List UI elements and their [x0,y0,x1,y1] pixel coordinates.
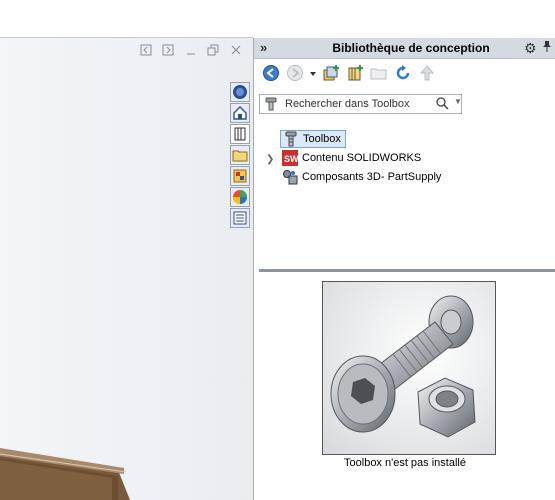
toolbox-search-box[interactable]: Rechercher dans Toolbox ▼ [259,94,462,114]
up-one-level-icon[interactable] [418,64,436,82]
search-input[interactable]: Rechercher dans Toolbox [285,98,410,110]
solidworks-resources-tab[interactable] [230,82,250,102]
svg-text:SW: SW [284,154,298,164]
appearances-tab[interactable] [230,187,250,207]
back-icon[interactable] [262,64,280,82]
tree-item-toolbox[interactable]: Toolbox [280,130,346,148]
chevron-down-icon[interactable]: ▼ [454,97,462,106]
panel-toolbar [254,59,555,87]
toolbox-icon [283,131,299,147]
pin-icon[interactable] [542,40,552,55]
pane-splitter[interactable] [259,269,555,272]
tree-item-partsupply[interactable]: Composants 3D- PartSupply [282,168,482,186]
tile-left-icon[interactable] [139,44,153,58]
expand-arrow-icon[interactable]: ❯ [266,154,274,165]
design-library-panel: » Bibliothèque de conception ⚙ Recherche… [253,38,555,500]
view-palette-tab[interactable] [230,166,250,186]
tree-item-solidworks-content[interactable]: SW Contenu SOLIDWORKS [282,149,462,167]
file-explorer-tab[interactable] [230,145,250,165]
history-dropdown-icon[interactable] [308,64,318,82]
panel-title: Bibliothèque de conception [332,41,490,55]
forward-icon[interactable] [286,64,304,82]
minimize-icon[interactable] [184,44,198,58]
refresh-icon[interactable] [394,64,412,82]
tree-item-label: Contenu SOLIDWORKS [302,152,422,164]
toolbox-screw-icon [264,97,278,114]
restore-icon[interactable] [206,44,220,58]
panel-header: » Bibliothèque de conception ⚙ [254,38,555,59]
tile-right-icon[interactable] [161,44,175,58]
tree-item-label: Toolbox [303,133,341,145]
search-icon[interactable] [435,96,449,115]
preview-image [322,281,496,455]
custom-properties-tab[interactable] [230,208,250,228]
preview-caption: Toolbox n'est pas installé [344,457,466,469]
gear-icon[interactable]: ⚙ [524,40,537,56]
add-to-library-icon[interactable] [322,64,340,82]
3d-model-box [0,448,130,500]
task-pane-tabs [230,82,252,229]
home-tab[interactable] [230,103,250,123]
new-folder-icon[interactable] [370,64,388,82]
solidworks-content-icon: SW [282,150,299,166]
tree-item-label: Composants 3D- PartSupply [302,171,442,183]
design-library-tab[interactable] [230,124,250,144]
graphics-viewport[interactable] [0,0,253,500]
add-folder-library-icon[interactable] [346,64,364,82]
partsupply-icon [282,169,298,185]
close-icon[interactable] [229,44,243,58]
viewport-header-strip [0,0,253,38]
